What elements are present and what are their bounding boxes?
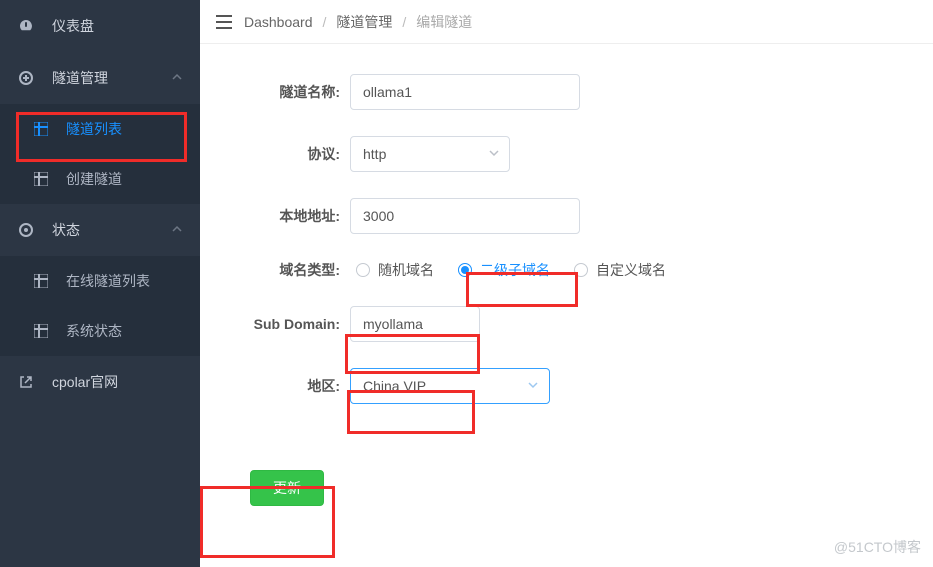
select-region[interactable] — [350, 368, 550, 404]
chevron-down-icon — [172, 70, 182, 86]
grid-icon — [34, 274, 48, 288]
label-protocol: 协议: — [220, 144, 350, 164]
row-protocol: 协议: — [220, 136, 913, 172]
row-tunnel-name: 隧道名称: — [220, 74, 913, 110]
circle-plus-icon — [18, 70, 34, 86]
update-button[interactable]: 更新 — [250, 470, 324, 506]
radio-label-subdomain: 二级子域名 — [480, 260, 550, 280]
input-tunnel-name[interactable] — [350, 74, 580, 110]
breadcrumb-separator: / — [323, 14, 327, 30]
sidebar-label-tunnel-list: 隧道列表 — [66, 119, 122, 139]
edit-tunnel-form: 隧道名称: 协议: 本地地址: 域名类型: 随机域名 — [200, 44, 933, 526]
sidebar-subitem-online-list[interactable]: 在线隧道列表 — [0, 256, 200, 306]
grid-icon — [34, 324, 48, 338]
sidebar-label-cpolar-site: cpolar官网 — [52, 372, 182, 392]
select-region-display[interactable] — [351, 369, 549, 403]
radio-circle-icon — [574, 263, 588, 277]
sidebar-item-tunnel-mgmt[interactable]: 隧道管理 — [0, 52, 200, 104]
menu-toggle-icon[interactable] — [214, 12, 234, 32]
grid-icon — [34, 172, 48, 186]
label-domain-type: 域名类型: — [220, 260, 350, 280]
sidebar-label-dashboard: 仪表盘 — [52, 16, 182, 36]
grid-icon — [34, 122, 48, 136]
topbar: Dashboard / 隧道管理 / 编辑隧道 — [200, 0, 933, 44]
breadcrumb-edit-tunnel: 编辑隧道 — [416, 12, 472, 32]
select-protocol-display[interactable] — [350, 136, 510, 172]
sidebar: 仪表盘 隧道管理 隧道列表 创建隧道 状态 在线隧道 — [0, 0, 200, 567]
sidebar-subitem-tunnel-list[interactable]: 隧道列表 — [0, 104, 200, 154]
sidebar-item-dashboard[interactable]: 仪表盘 — [0, 0, 200, 52]
select-protocol[interactable] — [350, 136, 510, 172]
label-tunnel-name: 隧道名称: — [220, 82, 350, 102]
breadcrumb-tunnel-mgmt[interactable]: 隧道管理 — [336, 12, 392, 32]
sidebar-label-tunnel-mgmt: 隧道管理 — [52, 68, 154, 88]
sidebar-label-status: 状态 — [52, 220, 154, 240]
label-local-addr: 本地地址: — [220, 206, 350, 226]
row-local-addr: 本地地址: — [220, 198, 913, 234]
sidebar-label-system-status: 系统状态 — [66, 321, 122, 341]
external-link-icon — [18, 374, 34, 390]
main-content: Dashboard / 隧道管理 / 编辑隧道 隧道名称: 协议: 本地地址: … — [200, 0, 933, 567]
radio-label-random: 随机域名 — [378, 260, 434, 280]
row-domain-type: 域名类型: 随机域名 二级子域名 自定义域名 — [220, 260, 913, 280]
row-subdomain: Sub Domain: — [220, 306, 913, 342]
input-local-addr[interactable] — [350, 198, 580, 234]
sidebar-item-status[interactable]: 状态 — [0, 204, 200, 256]
radio-circle-icon — [458, 263, 472, 277]
radio-label-custom: 自定义域名 — [596, 260, 666, 280]
row-region: 地区: — [220, 368, 913, 404]
sidebar-label-online-list: 在线隧道列表 — [66, 271, 150, 291]
label-region: 地区: — [220, 376, 350, 396]
radio-group-domain-type: 随机域名 二级子域名 自定义域名 — [356, 260, 666, 280]
sidebar-subitem-create-tunnel[interactable]: 创建隧道 — [0, 154, 200, 204]
sidebar-subitem-system-status[interactable]: 系统状态 — [0, 306, 200, 356]
label-subdomain: Sub Domain: — [220, 316, 350, 332]
chevron-down-icon — [172, 222, 182, 238]
input-subdomain[interactable] — [350, 306, 480, 342]
gauge-icon — [18, 18, 34, 34]
breadcrumb-dashboard[interactable]: Dashboard — [244, 14, 313, 30]
radio-circle-icon — [356, 263, 370, 277]
target-icon — [18, 222, 34, 238]
breadcrumb-separator: / — [402, 14, 406, 30]
watermark: @51CTO博客 — [834, 537, 921, 557]
sidebar-item-cpolar-site[interactable]: cpolar官网 — [0, 356, 200, 408]
sidebar-label-create-tunnel: 创建隧道 — [66, 169, 122, 189]
radio-subdomain[interactable]: 二级子域名 — [458, 260, 550, 280]
radio-custom-domain[interactable]: 自定义域名 — [574, 260, 666, 280]
radio-random-domain[interactable]: 随机域名 — [356, 260, 434, 280]
